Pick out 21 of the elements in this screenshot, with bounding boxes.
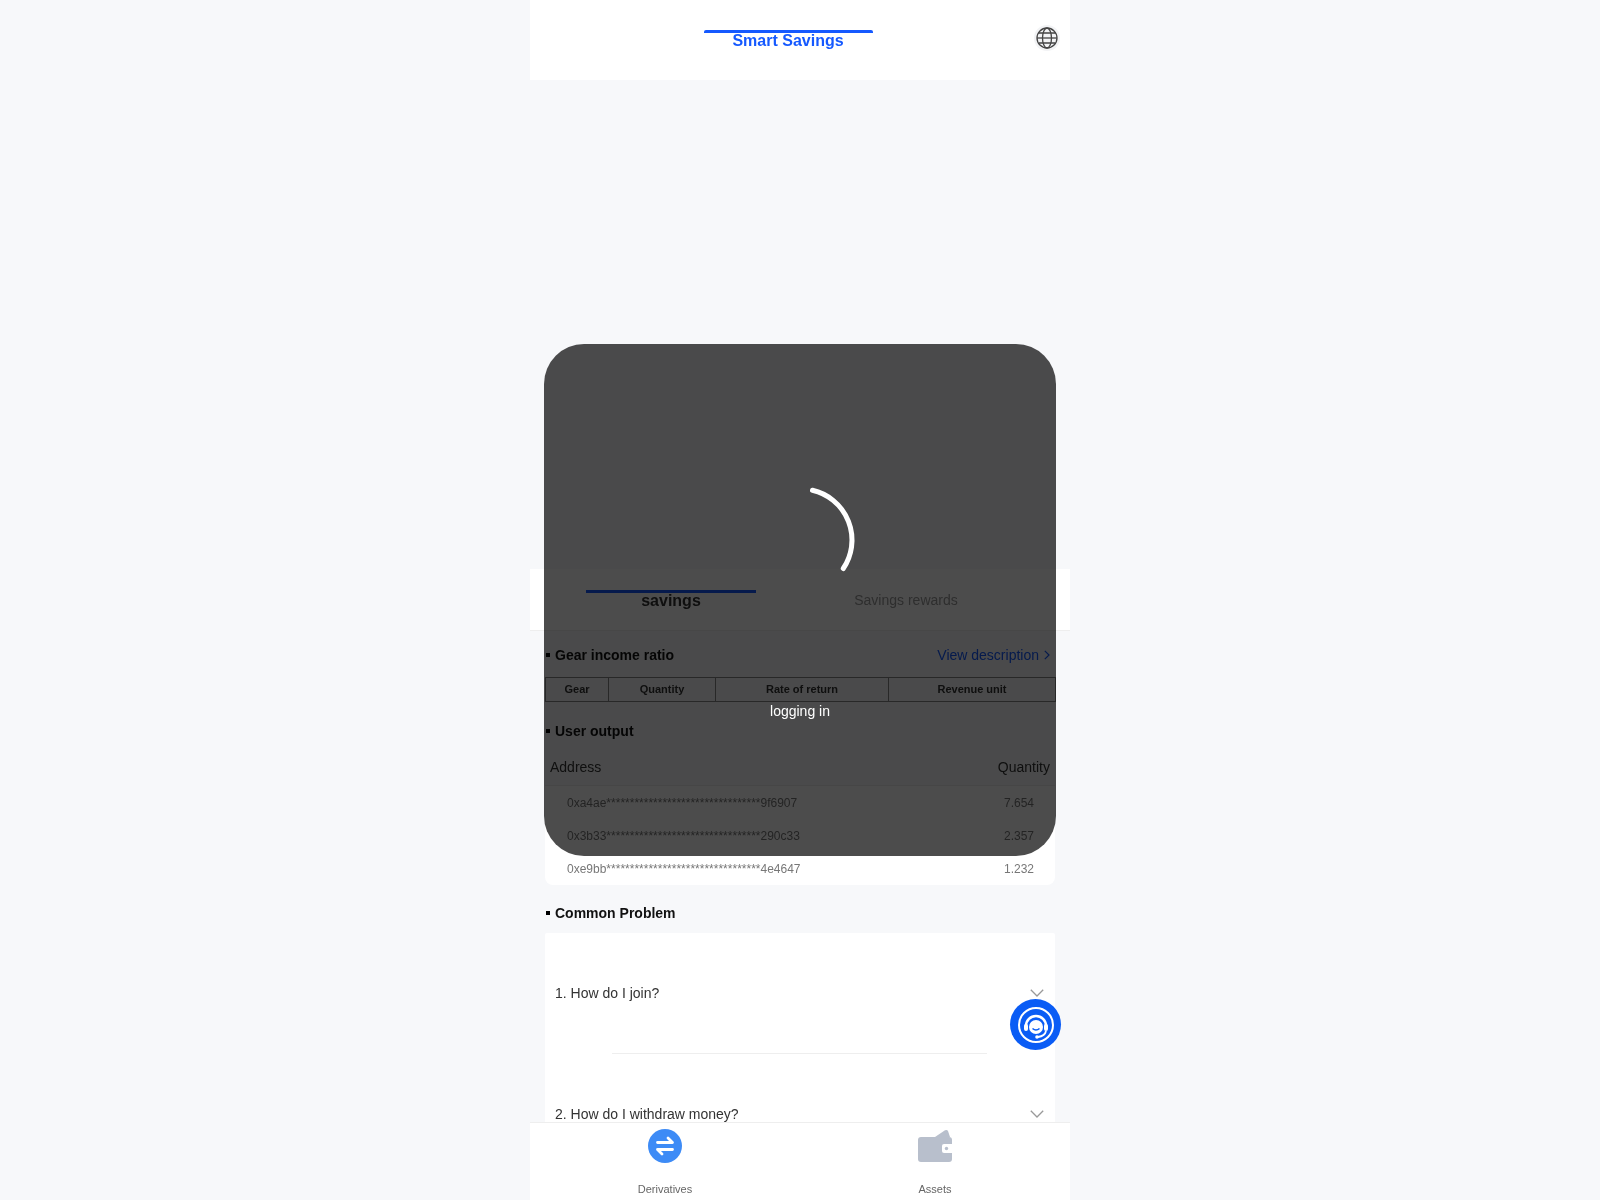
wallet-icon <box>916 1129 954 1163</box>
column-header: Quantity <box>997 757 1050 777</box>
header-tab[interactable]: Smart Savings <box>703 30 873 48</box>
faq-question[interactable]: 2. How do I withdraw money? <box>555 1106 739 1122</box>
nav-tab[interactable]: Derivatives <box>530 1123 800 1200</box>
chevron-down-icon[interactable] <box>1030 1110 1044 1118</box>
wallet-address: 0xe9bb*********************************4e4647 <box>567 860 801 878</box>
section-title: User output <box>555 721 634 741</box>
faq-question[interactable]: 1. How do I join? <box>555 985 660 1001</box>
square-bullet-icon <box>546 911 550 915</box>
section-title: Gear income ratio <box>555 645 675 665</box>
chevron-down-icon[interactable] <box>1030 989 1044 997</box>
quantity-value: 1.232 <box>1003 860 1034 878</box>
headset-icon <box>1017 1006 1054 1043</box>
loading-text: logging in <box>770 704 830 718</box>
section-title: Common Problem <box>555 903 676 923</box>
loading-spinner-icon <box>808 487 856 572</box>
nav-tab[interactable]: Assets <box>800 1123 1070 1200</box>
column-header: Address <box>550 757 602 777</box>
globe-icon[interactable] <box>1034 25 1060 51</box>
exchange-arrows-icon <box>648 1129 682 1163</box>
